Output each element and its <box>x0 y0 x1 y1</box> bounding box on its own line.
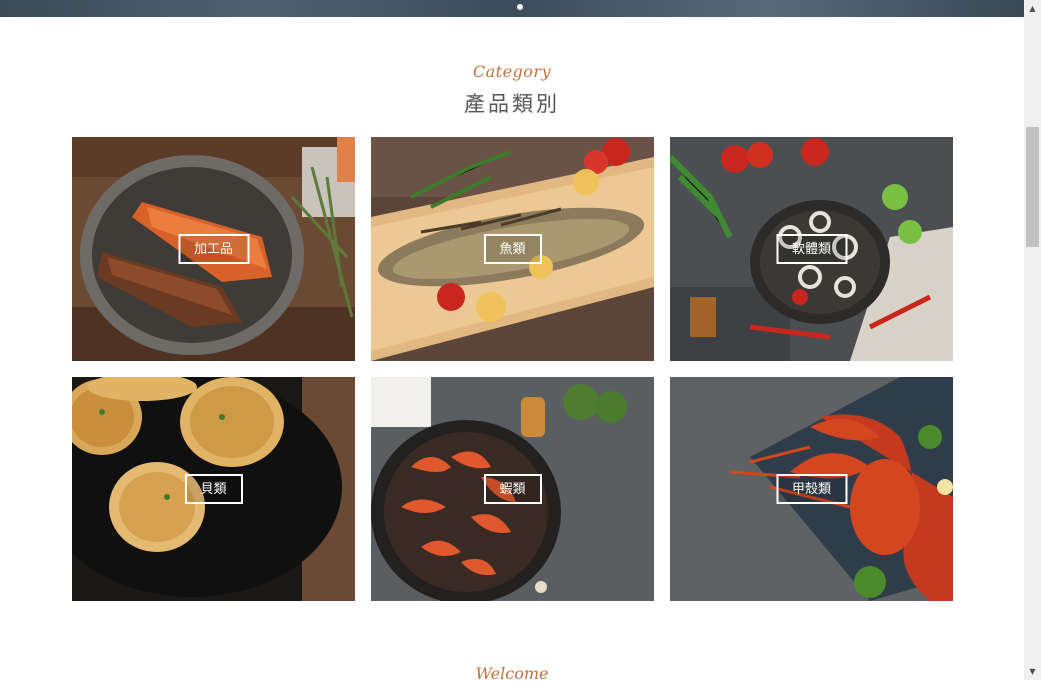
scroll-down-arrow-icon[interactable]: ▼ <box>1024 663 1041 680</box>
category-title: 產品類別 <box>464 92 560 116</box>
category-label: 甲殼類 <box>775 474 848 504</box>
category-card-mollusk[interactable]: 軟體類 <box>670 137 953 361</box>
category-script-heading: Category <box>472 62 552 81</box>
category-grid: 加工品 魚類 軟體類 貝類 蝦類 甲殼類 <box>72 137 953 601</box>
category-label: 貝類 <box>184 474 243 504</box>
welcome-script-heading: Welcome <box>475 664 549 683</box>
vertical-scrollbar[interactable]: ▲ ▼ <box>1024 0 1041 680</box>
category-card-crustacean[interactable]: 甲殼類 <box>670 377 953 601</box>
category-label: 軟體類 <box>775 234 848 264</box>
scrollbar-thumb[interactable] <box>1026 127 1039 247</box>
category-card-shrimp[interactable]: 蝦類 <box>371 377 654 601</box>
slide-indicator-dot[interactable] <box>517 4 523 10</box>
category-card-shellfish[interactable]: 貝類 <box>72 377 355 601</box>
category-label: 蝦類 <box>483 474 542 504</box>
scroll-up-arrow-icon[interactable]: ▲ <box>1024 0 1041 17</box>
category-card-fish[interactable]: 魚類 <box>371 137 654 361</box>
category-card-processed[interactable]: 加工品 <box>72 137 355 361</box>
category-label: 加工品 <box>177 234 250 264</box>
hero-banner-strip <box>0 0 1024 17</box>
category-label: 魚類 <box>483 234 542 264</box>
